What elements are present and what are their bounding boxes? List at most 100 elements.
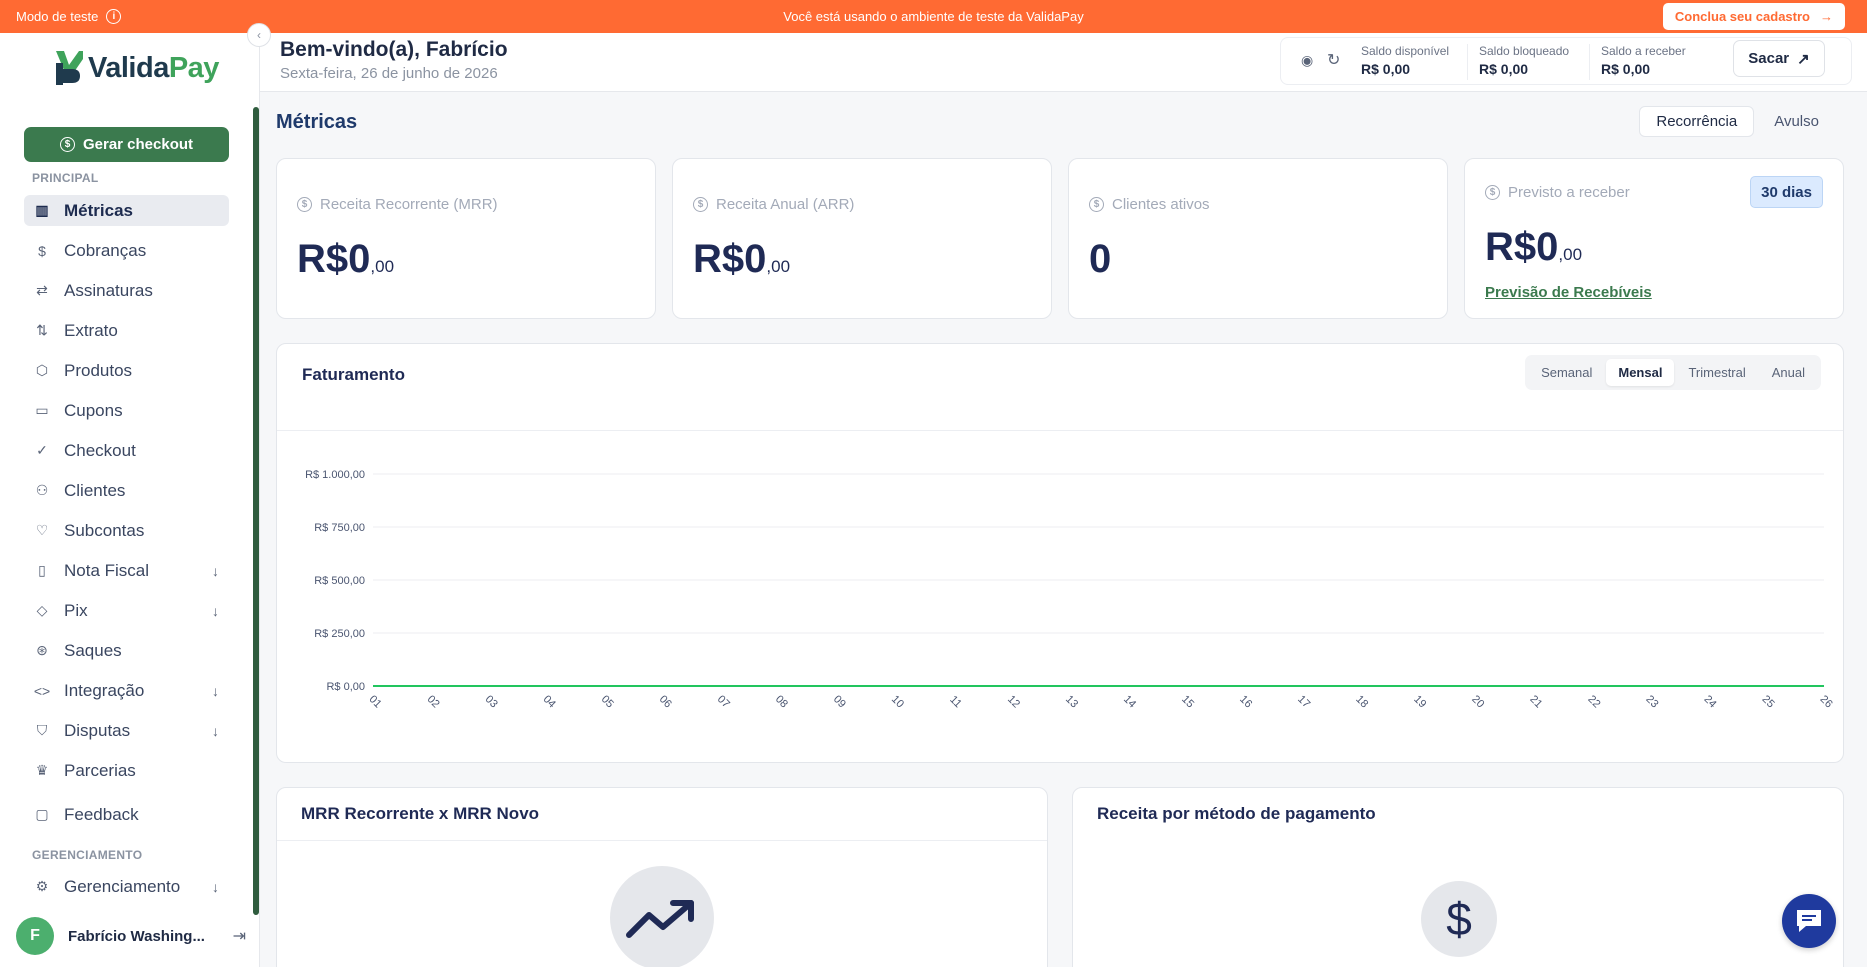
chevron-down-icon: ↓ — [212, 682, 219, 699]
refresh-icon[interactable]: ↻ — [1327, 50, 1340, 70]
user-name: Fabrício Washing... — [68, 927, 205, 945]
x-tick-label: 09 — [831, 693, 848, 710]
chart-icon: ▥ — [35, 202, 49, 218]
sidebar-item-saques[interactable]: ⊛ Saques — [24, 635, 229, 666]
page-header: Bem-vindo(a), Fabrício Sexta-feira, 26 d… — [260, 33, 1867, 92]
balance-receivable: Saldo a receber R$ 0,00 — [1601, 44, 1686, 77]
x-tick-label: 10 — [889, 693, 906, 710]
sidebar-item-gerenciamento[interactable]: ⚙ Gerenciamento ↓ — [24, 871, 229, 902]
sidebar-item-parcerias[interactable]: ♛ Parcerias — [24, 755, 229, 786]
validapay-logo[interactable]: ValidaPay — [54, 49, 219, 87]
box-icon: ⬡ — [35, 362, 49, 378]
ticket-icon: ▭ — [35, 402, 49, 418]
welcome-title: Bem-vindo(a), Fabrício — [280, 38, 508, 61]
y-tick-label: R$ 500,00 — [314, 575, 365, 587]
chat-support-button[interactable] — [1782, 894, 1836, 948]
dollar-circle-icon: $ — [1089, 197, 1104, 212]
billing-chart: R$ 0,00 R$ 250,00 R$ 500,00 R$ 750,00 R$ 1.0… — [305, 469, 1835, 710]
sidebar-item-metricas[interactable]: ▥ Métricas — [24, 195, 229, 226]
kpi-value: 0 — [1089, 237, 1112, 281]
sidebar-item-assinaturas[interactable]: ⇄ Assinaturas — [24, 275, 229, 306]
x-tick-label: 25 — [1760, 693, 1777, 710]
sidebar-item-clientes[interactable]: ⚇ Clientes — [24, 475, 229, 506]
period-trimestral[interactable]: Trimestral — [1676, 359, 1757, 386]
sidebar-item-checkout[interactable]: ✓ Checkout — [24, 435, 229, 466]
x-tick-label: 03 — [483, 693, 500, 710]
balance-blocked: Saldo bloqueado R$ 0,00 — [1479, 44, 1570, 77]
handshake-icon: ♡ — [35, 522, 49, 538]
section-label-principal: PRINCIPAL — [32, 171, 99, 185]
complete-registration-button[interactable]: Conclua seu cadastro → — [1662, 3, 1845, 30]
generate-checkout-button[interactable]: $ Gerar checkout — [24, 127, 229, 162]
dollar-circle-icon: $ — [297, 197, 312, 212]
sidebar-item-label: Produtos — [64, 360, 133, 380]
sidebar-item-label: Feedback — [64, 804, 139, 824]
sidebar-item-produtos[interactable]: ⬡ Produtos — [24, 355, 229, 386]
x-tick-label: 20 — [1469, 693, 1486, 710]
period-anual[interactable]: Anual — [1760, 359, 1817, 386]
chevron-down-icon: ↓ — [212, 602, 219, 619]
arrows-updown-icon: ⇅ — [36, 322, 48, 338]
sidebar-item-feedback[interactable]: ▢ Feedback — [24, 799, 229, 830]
gear-icon: ⚙ — [35, 878, 49, 894]
sidebar-item-extrato[interactable]: ⇅ Extrato — [24, 315, 229, 346]
kpi-card-arr: $ Receita Anual (ARR) R$0,00 — [672, 158, 1052, 319]
period-mensal[interactable]: Mensal — [1606, 359, 1675, 386]
sidebar-item-label: Nota Fiscal — [64, 560, 150, 580]
metrics-type-toggle: Recorrência Avulso — [1639, 106, 1835, 137]
sidebar-item-label: Subcontas — [64, 520, 145, 540]
sidebar-item-cupons[interactable]: ▭ Cupons — [24, 395, 229, 426]
x-tick-label: 19 — [1411, 693, 1428, 710]
kpi-value: R$0,00 — [297, 237, 395, 281]
sidebar-item-label: Clientes — [64, 480, 126, 500]
collapse-sidebar-button[interactable]: ‹ — [247, 23, 271, 47]
dollar-circle-icon: $ — [1485, 185, 1500, 200]
sidebar-item-nota-fiscal[interactable]: ▯ Nota Fiscal ↓ — [24, 555, 229, 586]
x-tick-label: 06 — [657, 693, 674, 710]
tab-recorrencia[interactable]: Recorrência — [1639, 106, 1755, 137]
sidebar-item-pix[interactable]: ◇ Pix ↓ — [24, 595, 229, 626]
arrow-up-right-icon: ↗ — [1797, 50, 1810, 68]
withdraw-button[interactable]: Sacar ↗ — [1733, 40, 1825, 77]
test-mode-message: Você está usando o ambiente de teste da … — [783, 9, 1084, 24]
period-badge[interactable]: 30 dias — [1750, 176, 1823, 208]
logout-icon[interactable]: ⇥ — [233, 926, 246, 946]
sidebar-item-disputas[interactable]: ⛉ Disputas ↓ — [24, 715, 229, 746]
message-icon: ▢ — [35, 806, 49, 822]
x-tick-label: 23 — [1643, 693, 1660, 710]
dollar-icon: $ — [38, 242, 46, 259]
sidebar-item-cobrancas[interactable]: $ Cobranças — [24, 235, 229, 266]
sidebar: ValidaPay $ Gerar checkout PRINCIPAL ▥ Mé… — [0, 33, 260, 967]
divider — [1589, 44, 1590, 80]
code-icon: <> — [33, 682, 51, 699]
dollar-icon: $ — [1421, 881, 1497, 957]
payment-method-card: Receita por método de pagamento $ — [1072, 787, 1844, 967]
kpi-label: Previsto a receber — [1508, 184, 1630, 201]
sidebar-item-integracao[interactable]: <> Integração ↓ — [24, 675, 229, 706]
sidebar-item-subcontas[interactable]: ♡ Subcontas — [24, 515, 229, 546]
sidebar-scrollbar[interactable] — [253, 107, 259, 915]
sidebar-item-label: Integração — [64, 680, 145, 700]
period-semanal[interactable]: Semanal — [1529, 359, 1604, 386]
sidebar-item-label: Parcerias — [64, 760, 136, 780]
sidebar-item-label: Disputas — [64, 720, 131, 740]
mrr-comparison-card: MRR Recorrente x MRR Novo — [276, 787, 1048, 967]
x-tick-label: 22 — [1585, 693, 1602, 710]
chevron-down-icon: ↓ — [212, 562, 219, 579]
receivables-forecast-link[interactable]: Previsão de Recebíveis — [1485, 284, 1652, 301]
tab-avulso[interactable]: Avulso — [1758, 106, 1835, 137]
y-tick-label: R$ 750,00 — [314, 522, 365, 534]
sidebar-item-label: Cobranças — [64, 240, 147, 260]
x-tick-label: 05 — [599, 693, 616, 710]
x-tick-label: 01 — [367, 693, 384, 710]
eye-icon[interactable]: ◉ — [1301, 52, 1313, 69]
x-tick-label: 04 — [541, 693, 558, 710]
y-tick-label: R$ 250,00 — [314, 628, 365, 640]
divider — [277, 840, 1047, 841]
kpi-card-forecast: $ Previsto a receber 30 dias R$0,00 Previ… — [1464, 158, 1844, 319]
pix-icon: ◇ — [36, 602, 48, 618]
sidebar-item-label: Cupons — [64, 400, 123, 420]
x-tick-label: 16 — [1237, 693, 1254, 710]
balance-available: Saldo disponível R$ 0,00 — [1361, 44, 1450, 77]
user-profile[interactable]: F Fabrício Washing... ⇥ — [16, 916, 246, 956]
